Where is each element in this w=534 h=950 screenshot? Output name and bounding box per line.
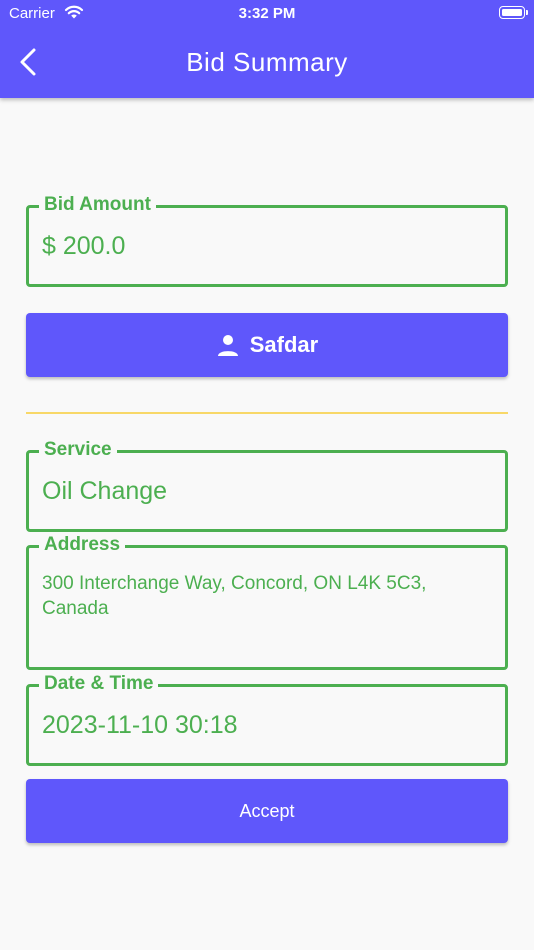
- battery-icon: [499, 6, 528, 19]
- service-label: Service: [39, 438, 117, 462]
- date-time-field[interactable]: Date & Time 2023-11-10 30:18: [26, 672, 508, 766]
- app-bar: Carrier 3:32 PM Bid Summary: [0, 0, 534, 98]
- status-time: 3:32 PM: [238, 5, 296, 22]
- page-title: Bid Summary: [186, 47, 348, 77]
- date-time-label: Date & Time: [39, 672, 159, 696]
- user-button-label: Safdar: [249, 332, 319, 357]
- address-field[interactable]: Address 300 Interchange Way, Concord, ON…: [26, 533, 508, 670]
- user-button[interactable]: Safdar: [26, 313, 508, 377]
- bid-amount-field[interactable]: Bid Amount $ 200.0: [26, 193, 508, 287]
- bid-amount-value: $ 200.0: [42, 232, 126, 260]
- service-field[interactable]: Service Oil Change: [26, 438, 508, 532]
- accept-button-label: Accept: [239, 800, 295, 821]
- section-divider: [26, 412, 508, 414]
- status-bar: Carrier 3:32 PM: [0, 0, 534, 28]
- address-value: 300 Interchange Way, Concord, ON L4K 5C3…: [42, 573, 427, 619]
- date-time-value: 2023-11-10 30:18: [42, 711, 238, 739]
- person-icon: [217, 335, 238, 356]
- service-value: Oil Change: [42, 477, 168, 505]
- accept-button[interactable]: Accept: [26, 779, 508, 843]
- address-label: Address: [39, 533, 126, 557]
- bid-amount-label: Bid Amount: [39, 193, 156, 217]
